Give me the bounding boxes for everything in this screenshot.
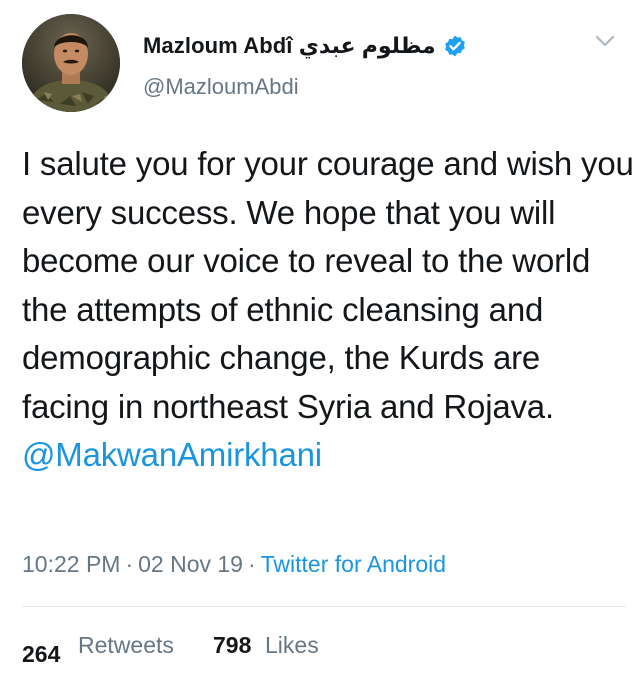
tweet-time[interactable]: 10:22 PM (22, 551, 120, 577)
tweet-date[interactable]: 02 Nov 19 (138, 551, 243, 577)
verified-badge-icon (443, 34, 467, 58)
likes-label[interactable]: Likes (265, 632, 319, 659)
author-name-row: Mazloum Abdî مظلوم عبدي (143, 30, 467, 62)
tweet-body: I salute you for your courage and wish y… (22, 145, 634, 425)
author-display-name[interactable]: Mazloum Abdî مظلوم عبدي (143, 33, 436, 59)
meta-separator: · (125, 551, 134, 577)
retweets-label[interactable]: Retweets (78, 632, 174, 659)
mention-link[interactable]: @MakwanAmirkhani (22, 436, 322, 473)
tweet-text: I salute you for your courage and wish y… (22, 140, 634, 480)
tweet-source-link[interactable]: Twitter for Android (261, 551, 446, 577)
chevron-down-icon[interactable] (592, 30, 618, 52)
divider (22, 606, 626, 607)
author-handle[interactable]: @MazloumAbdi (143, 74, 299, 100)
avatar[interactable] (22, 14, 120, 112)
tweet-meta: 10:22 PM · 02 Nov 19 · Twitter for Android (22, 551, 446, 578)
tweet-card: Mazloum Abdî مظلوم عبدي @MazloumAbdi I s… (0, 0, 639, 681)
meta-separator: · (247, 551, 256, 577)
retweets-count[interactable]: 264 (22, 641, 60, 668)
likes-count[interactable]: 798 (213, 632, 251, 659)
avatar-image (22, 14, 120, 112)
